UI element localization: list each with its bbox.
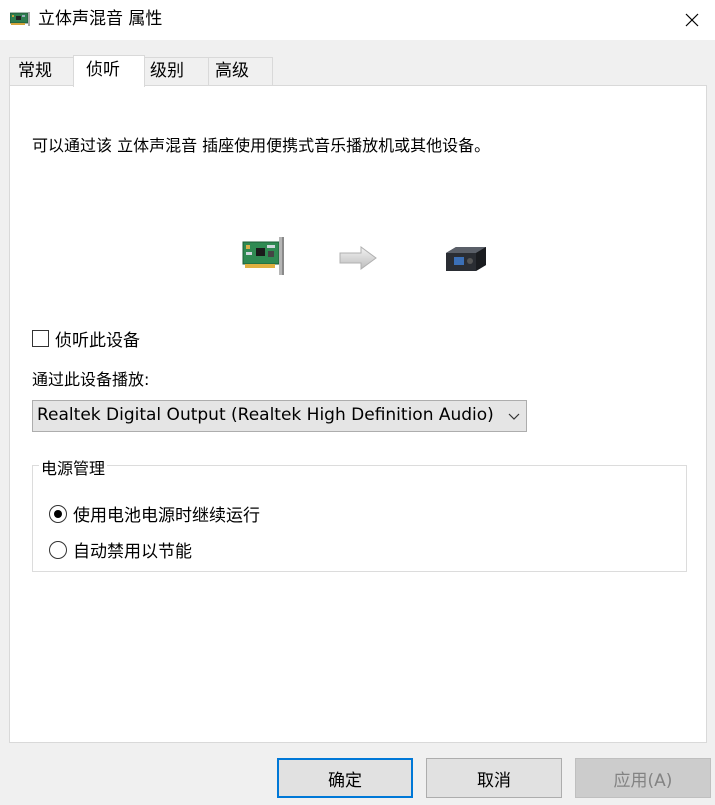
- listen-checkbox[interactable]: [32, 330, 49, 347]
- playback-device-label: 通过此设备播放:: [32, 370, 150, 389]
- tab-general[interactable]: 常规: [9, 57, 74, 85]
- cancel-button[interactable]: 取消: [426, 758, 562, 798]
- window-title: 立体声混音 属性: [38, 9, 163, 29]
- radio-button[interactable]: [49, 540, 67, 559]
- tab-listen[interactable]: 侦听: [73, 55, 145, 87]
- listen-checkbox-label: 侦听此设备: [55, 331, 140, 351]
- power-management-title: 电源管理: [39, 455, 108, 479]
- power-option-label: 使用电池电源时继续运行: [73, 506, 260, 526]
- radio-button[interactable]: [49, 504, 67, 523]
- chevron-down-icon: [508, 411, 520, 421]
- power-option-label: 自动禁用以节能: [73, 542, 192, 562]
- radio-selected-dot: [54, 509, 62, 518]
- power-option-keep-running[interactable]: 使用电池电源时继续运行: [49, 501, 260, 526]
- close-icon: [685, 13, 699, 27]
- listen-tab-panel: 可以通过该 立体声混音 插座使用便携式音乐播放机或其他设备。 侦听此设备 通过此…: [9, 85, 707, 743]
- sound-card-icon: [10, 12, 30, 26]
- playback-device-value: Realtek Digital Output (Realtek High Def…: [37, 405, 494, 425]
- arrow-right-icon: [339, 246, 377, 270]
- power-option-auto-disable[interactable]: 自动禁用以节能: [49, 537, 192, 562]
- sound-card-icon: [242, 237, 284, 275]
- apply-button[interactable]: 应用(A): [575, 758, 711, 798]
- listen-checkbox-row[interactable]: 侦听此设备: [32, 326, 140, 351]
- listen-description: 可以通过该 立体声混音 插座使用便携式音乐播放机或其他设备。: [32, 136, 491, 155]
- speaker-output-icon: [446, 247, 486, 271]
- properties-window: 立体声混音 属性 常规 侦听 级别 高级 可以通过该 立体声混音 插座使用便携式…: [0, 0, 715, 805]
- tab-levels[interactable]: 级别: [144, 57, 209, 85]
- tab-advanced[interactable]: 高级: [208, 57, 273, 85]
- close-button[interactable]: [669, 0, 715, 40]
- ok-button[interactable]: 确定: [277, 758, 413, 798]
- title-bar[interactable]: 立体声混音 属性: [0, 0, 715, 40]
- playback-device-select[interactable]: Realtek Digital Output (Realtek High Def…: [32, 400, 527, 432]
